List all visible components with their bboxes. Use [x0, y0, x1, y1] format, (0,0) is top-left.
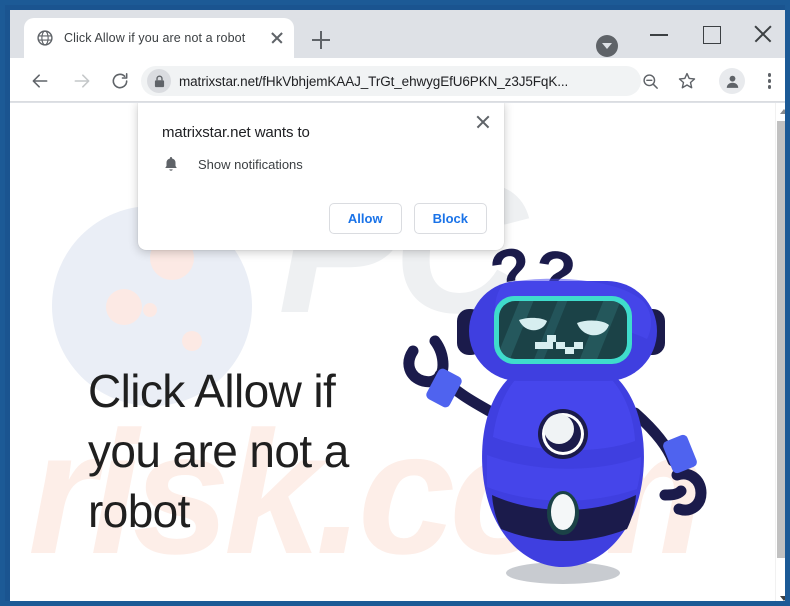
robot-chest-light: [544, 414, 574, 444]
download-indicator-icon[interactable]: [596, 35, 618, 57]
notification-permission-dialog: matrixstar.net wants to Show notificatio…: [138, 103, 504, 250]
zoom-out-button[interactable]: [636, 67, 664, 95]
tab-strip: Click Allow if you are not a robot: [10, 10, 785, 58]
scrollbar-thumb[interactable]: [777, 121, 785, 558]
window-minimize-button[interactable]: [636, 18, 682, 50]
robot-left-cuff: [426, 368, 462, 408]
profile-button[interactable]: [718, 67, 746, 95]
address-bar[interactable]: matrixstar.net/fHkVbhjemKAAJ_TrGt_ehwygE…: [141, 66, 641, 96]
star-icon: [678, 72, 696, 89]
allow-button[interactable]: Allow: [328, 203, 402, 234]
lock-glyph: [154, 75, 164, 87]
captcha-brand: E-CAPTCHA: [98, 601, 184, 606]
reload-icon: [112, 73, 128, 89]
magnifier-minus-icon: [642, 73, 658, 89]
browser-window: Click Allow if you are not a robot matri…: [0, 0, 790, 606]
scroll-down-arrow-icon[interactable]: [776, 590, 785, 601]
captcha-c-logo-icon: [120, 601, 162, 606]
three-dot-icon: [768, 71, 772, 92]
avatar: [719, 68, 745, 94]
robot-illustration: ? ?: [395, 223, 775, 601]
tab-title: Click Allow if you are not a robot: [64, 31, 246, 45]
chrome-menu-button[interactable]: [756, 67, 784, 95]
address-bar-url: matrixstar.net/fHkVbhjemKAAJ_TrGt_ehwygE…: [179, 73, 569, 89]
new-tab-button[interactable]: [307, 26, 335, 54]
dialog-permission-label: Show notifications: [198, 156, 303, 172]
browser-tab[interactable]: Click Allow if you are not a robot: [24, 18, 294, 58]
dialog-title: matrixstar.net wants to: [162, 124, 310, 141]
decorative-dot: [106, 289, 142, 325]
scroll-up-arrow-icon[interactable]: [776, 103, 785, 119]
window-maximize-button[interactable]: [688, 18, 734, 50]
page-title: Click Allow if you are not a robot: [88, 365, 349, 537]
page-scrollbar[interactable]: [775, 103, 785, 601]
browser-window-inner: Click Allow if you are not a robot matri…: [10, 10, 785, 606]
person-icon: [726, 75, 738, 88]
reload-button[interactable]: [106, 67, 134, 95]
globe-icon: [37, 30, 53, 46]
tab-close-icon[interactable]: [268, 29, 286, 47]
window-close-button[interactable]: [740, 18, 785, 50]
confused-robot-svg: ? ?: [403, 232, 707, 584]
decorative-dot: [182, 331, 202, 351]
block-button[interactable]: Block: [413, 203, 487, 234]
dialog-permission-row: Show notifications: [162, 155, 303, 173]
arrow-right-icon: [74, 74, 90, 88]
lock-icon: [147, 69, 171, 93]
dialog-close-icon[interactable]: [472, 111, 494, 133]
back-button[interactable]: [26, 67, 54, 95]
page-content: PC risk.com ? ?: [10, 103, 775, 606]
bookmark-star-button[interactable]: [673, 67, 701, 95]
bell-icon: [165, 156, 177, 171]
decorative-dot: [143, 303, 157, 317]
dialog-actions: Allow Block: [328, 203, 487, 234]
robot-buckle: [551, 494, 575, 530]
arrow-left-icon: [32, 74, 48, 88]
forward-button[interactable]: [68, 67, 96, 95]
page-viewport: PC risk.com ? ?: [10, 103, 785, 606]
browser-toolbar: matrixstar.net/fHkVbhjemKAAJ_TrGt_ehwygE…: [10, 58, 785, 102]
